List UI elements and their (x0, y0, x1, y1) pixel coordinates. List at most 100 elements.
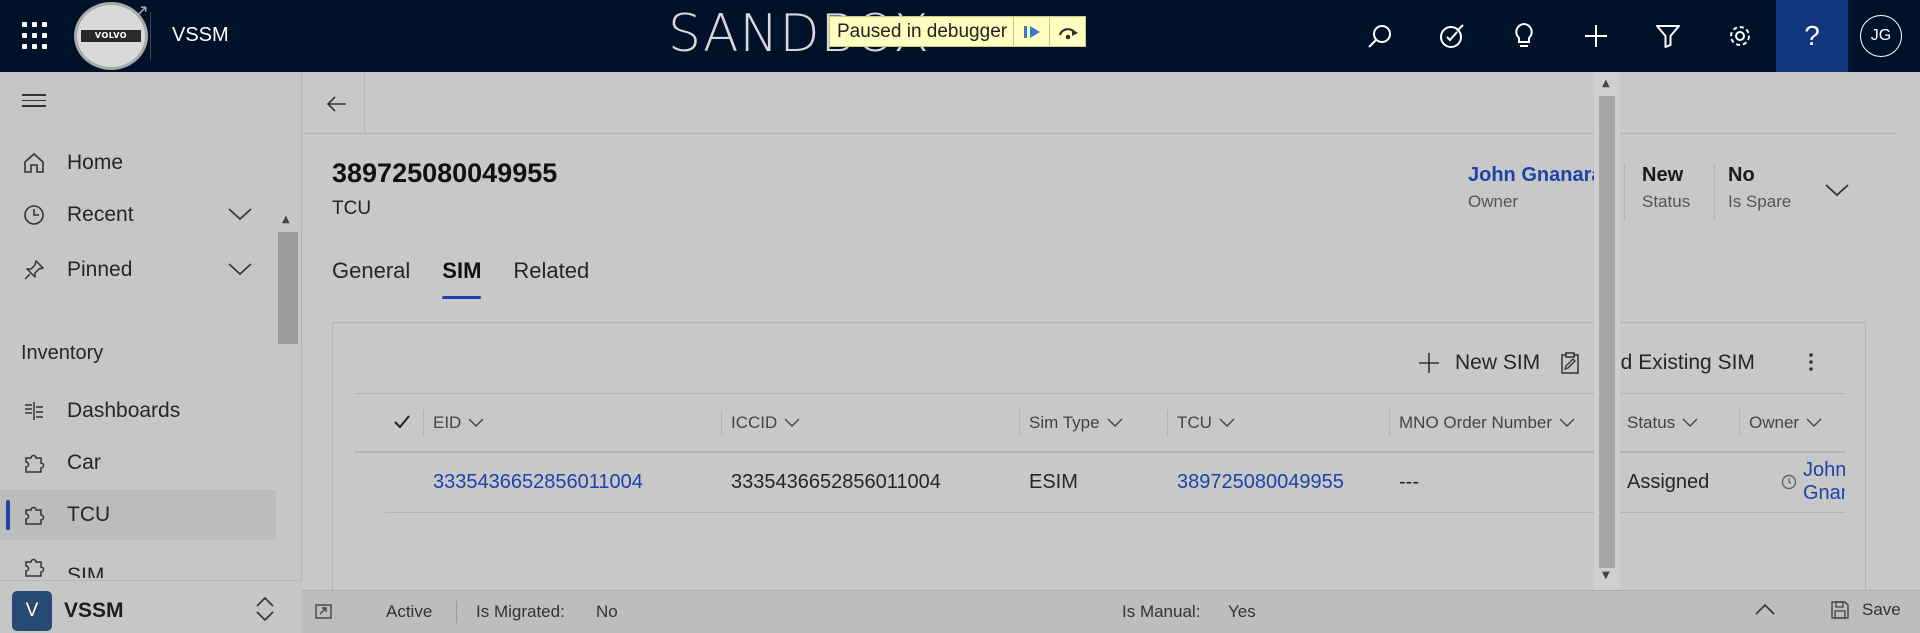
table-row[interactable]: 3335436652856011004 3335436652856011004 … (385, 453, 1845, 513)
puzzle-icon (22, 503, 46, 527)
cell-mno-order-number: --- (1399, 470, 1419, 493)
help-button[interactable]: ? (1776, 0, 1848, 72)
plus-icon (1417, 351, 1441, 375)
is-migrated-value: No (596, 602, 618, 621)
open-in-new-window-icon[interactable] (314, 601, 334, 626)
form-scroll-thumb[interactable] (1599, 96, 1615, 568)
more-options-icon[interactable] (1807, 347, 1815, 383)
grid-header-row: EID ICCID Sim Type TCU MNO Order Number … (355, 393, 1845, 453)
chevron-down-icon (1219, 418, 1235, 428)
subgrid-command-bar: New SIM Add Existing SIM (333, 343, 1865, 383)
column-divider (423, 410, 424, 436)
step-over-icon[interactable] (1049, 17, 1085, 46)
chevron-down-icon (784, 418, 800, 428)
scroll-down-arrow-icon[interactable]: ▼ (1602, 570, 1610, 581)
header-field-caption: Is Spare (1728, 192, 1792, 211)
tab-general[interactable]: General (332, 258, 410, 298)
chevron-down-icon (1682, 418, 1698, 428)
record-state: Active (386, 602, 433, 621)
chevron-up-down-icon[interactable] (254, 595, 276, 627)
is-manual-value: Yes (1228, 602, 1256, 621)
filter-icon[interactable] (1650, 18, 1686, 54)
column-header-label: TCU (1177, 413, 1212, 432)
column-header-owner[interactable]: Owner (1749, 394, 1845, 452)
lightbulb-icon[interactable] (1506, 18, 1542, 54)
puzzle-icon (22, 555, 46, 578)
app-launcher-icon[interactable] (22, 22, 50, 50)
save-button[interactable]: Save (1830, 600, 1901, 620)
owner-link[interactable]: John Gnanaraj (1468, 164, 1608, 187)
tab-sim[interactable]: SIM (442, 258, 482, 299)
sidebar-item-tcu[interactable]: TCU (0, 490, 276, 540)
search-icon[interactable] (1362, 18, 1398, 54)
back-arrow-icon[interactable] (316, 84, 356, 124)
sidebar-scrollbar[interactable]: ▲ ▼ (278, 142, 298, 629)
chevron-down-icon (1806, 418, 1822, 428)
new-sim-button[interactable]: New SIM (1417, 343, 1540, 383)
sidebar-item-dashboards[interactable]: Dashboards (0, 386, 276, 436)
chevron-down-icon (1559, 418, 1575, 428)
chevron-down-icon[interactable] (1824, 182, 1850, 202)
column-header-label: Status (1627, 413, 1676, 432)
column-divider (1167, 410, 1168, 436)
topbar-divider (150, 12, 151, 60)
sidebar-item-label: Car (67, 451, 101, 474)
footer-divider (456, 601, 457, 623)
area-switcher[interactable]: V VSSM (0, 580, 302, 633)
sitemap-sidebar: Home Recent Pinned Inventory Dashboards … (0, 72, 302, 633)
form-scrollbar[interactable]: ▲ ▼ (1594, 72, 1620, 590)
add-existing-sim-button[interactable]: Add Existing SIM (1559, 343, 1755, 383)
sidebar-item-sim[interactable]: SIM (0, 542, 276, 578)
command-divider (364, 72, 365, 134)
hamburger-menu-icon[interactable] (22, 94, 46, 111)
cell-sim-type: ESIM (1029, 470, 1078, 493)
debugger-paused-banner: Paused in debugger (829, 16, 1087, 47)
chevron-down-icon (1107, 418, 1123, 428)
sidebar-group-title: Inventory (21, 342, 104, 364)
column-header-tcu[interactable]: TCU (1177, 394, 1235, 452)
resume-execution-icon[interactable] (1013, 17, 1049, 46)
column-header-eid[interactable]: EID (433, 394, 484, 452)
header-field-owner: John Gnanaraj Owner (1468, 164, 1608, 212)
cell-eid-link[interactable]: 3335436652856011004 (433, 453, 643, 511)
chevron-up-icon[interactable] (1754, 601, 1776, 621)
cell-owner-link[interactable]: John Gnanaraj (1781, 453, 1845, 511)
column-header-label: Sim Type (1029, 413, 1100, 432)
column-header-label: EID (433, 413, 462, 432)
app-name[interactable]: VSSM (172, 24, 229, 47)
scroll-up-arrow-icon[interactable]: ▲ (282, 214, 290, 225)
column-header-sim-type[interactable]: Sim Type (1029, 394, 1123, 452)
cell-status: Assigned (1627, 470, 1710, 493)
chevron-down-icon (468, 418, 484, 428)
gear-icon[interactable] (1722, 18, 1758, 54)
dashboard-icon (22, 399, 46, 423)
select-all-checkmark-icon[interactable] (393, 414, 411, 435)
header-field-caption: Status (1642, 192, 1691, 211)
column-header-status[interactable]: Status (1627, 394, 1698, 452)
area-badge: V (12, 591, 52, 631)
tab-related[interactable]: Related (513, 258, 589, 298)
chevron-down-icon[interactable] (228, 203, 252, 227)
column-header-iccid[interactable]: ICCID (731, 394, 800, 452)
header-divider (1714, 164, 1715, 220)
sidebar-item-home[interactable]: Home (0, 138, 276, 188)
pin-icon (22, 258, 46, 282)
is-migrated-label: Is Migrated: (476, 602, 565, 621)
column-header-mno-order-number[interactable]: MNO Order Number (1399, 394, 1575, 452)
sidebar-item-pinned[interactable]: Pinned (0, 245, 276, 295)
column-header-label: Owner (1749, 413, 1800, 432)
cell-tcu-link[interactable]: 389725080049955 (1177, 453, 1344, 511)
sidebar-item-car[interactable]: Car (0, 438, 276, 488)
sidebar-scroll-thumb[interactable] (278, 232, 298, 344)
column-header-label: MNO Order Number (1399, 413, 1553, 432)
clipboard-icon (1559, 351, 1581, 375)
sidebar-item-recent[interactable]: Recent (0, 190, 276, 240)
plus-icon[interactable] (1578, 18, 1614, 54)
area-name: VSSM (64, 599, 124, 622)
target-icon[interactable] (1434, 18, 1470, 54)
volvo-logo: VOLVO ↗ (74, 1, 149, 70)
user-avatar[interactable]: JG (1860, 15, 1902, 57)
save-icon (1830, 600, 1850, 620)
chevron-down-icon[interactable] (228, 258, 252, 282)
scroll-up-arrow-icon[interactable]: ▲ (1602, 78, 1610, 89)
